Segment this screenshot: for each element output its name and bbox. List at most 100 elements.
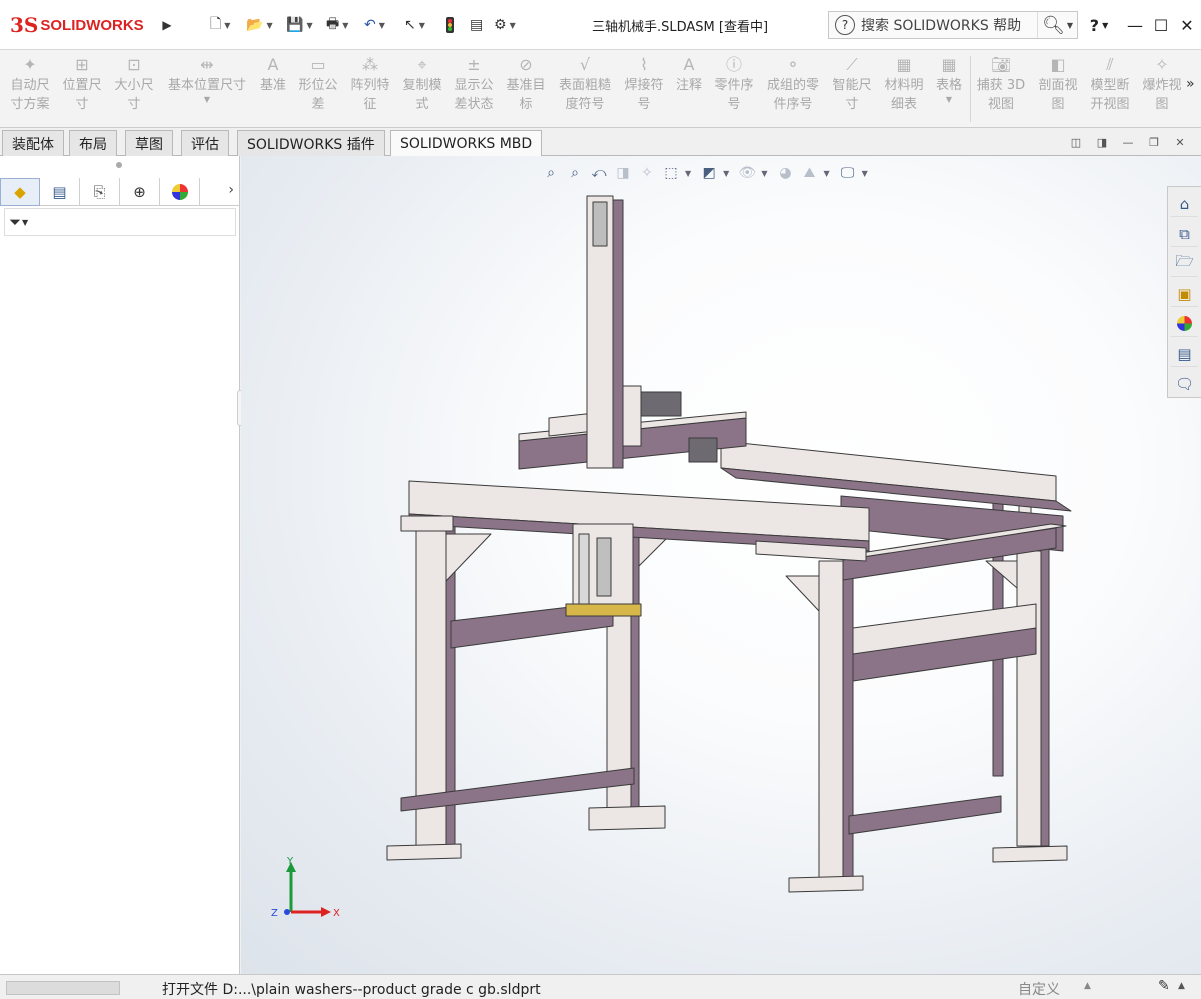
ribbon-label: 阵列特 征 bbox=[350, 78, 390, 112]
logo-ds-mark: 3S bbox=[10, 13, 39, 37]
chevron-up-icon[interactable]: ▲ bbox=[1084, 981, 1091, 991]
ribbon-size-dimension[interactable]: ⊡ 大小尺 寸 bbox=[110, 54, 158, 124]
assembly-cube-icon: ◆ bbox=[14, 183, 26, 201]
task-pane: ⌂ ⧉ 🗁 ▣ ▤ 🗨 bbox=[1167, 186, 1201, 398]
ribbon-section-view[interactable]: ◧ 剖面视 图 bbox=[1034, 54, 1082, 124]
ribbon-geometric-tolerance[interactable]: ▭ 形位公 差 bbox=[294, 54, 342, 124]
command-manager: ✦ 自动尺 寸方案 ⊞ 位置尺 寸 ⊡ 大小尺 寸 ⇹ 基本位置尺寸 ▼ A 基准 ▭ 形位公… bbox=[0, 50, 1201, 128]
right-bottom-crossbar bbox=[848, 795, 1002, 835]
ribbon-location-dimension[interactable]: ⊞ 位置尺 寸 bbox=[58, 54, 106, 124]
print-button[interactable]: 🖶 ▼ bbox=[326, 12, 348, 38]
configuration-icon: ⎘ bbox=[93, 183, 106, 201]
doc-close-icon[interactable]: ✕ bbox=[1172, 134, 1188, 150]
ribbon-exploded-view[interactable]: ✧ 爆炸视 图 bbox=[1138, 54, 1186, 124]
configuration-manager-tab[interactable]: ⎘ bbox=[80, 178, 120, 206]
menu-expand-arrow-icon[interactable]: ▶ bbox=[160, 13, 174, 37]
tab-solidworks-addins[interactable]: SOLIDWORKS 插件 bbox=[237, 130, 385, 156]
tab-evaluate[interactable]: 评估 bbox=[181, 130, 229, 156]
geometric-tolerance-icon: ▭ bbox=[310, 54, 326, 74]
select-button[interactable]: ↖ ▼ bbox=[404, 12, 425, 38]
show-tolerance-status-icon: ± bbox=[467, 54, 481, 74]
save-button[interactable]: 💾 ▼ bbox=[286, 12, 313, 38]
tab-sketch[interactable]: 草图 bbox=[125, 130, 173, 156]
ribbon-balloon[interactable]: ⓘ 零件序 号 bbox=[710, 54, 758, 124]
help-menu-button[interactable]: ? ▼ bbox=[1088, 12, 1110, 38]
ribbon-label: 剖面视 图 bbox=[1038, 78, 1078, 112]
document-title: 三轴机械手.SLDASM [查看中] bbox=[591, 20, 769, 35]
custom-units-selector[interactable]: 自定义 bbox=[1018, 979, 1060, 999]
ribbon-auto-dimension[interactable]: ✦ 自动尺 寸方案 bbox=[6, 54, 54, 124]
appearances-button[interactable] bbox=[1171, 311, 1198, 337]
view-palette-button[interactable]: ▣ bbox=[1171, 281, 1198, 307]
display-manager-tab[interactable] bbox=[160, 178, 200, 206]
ribbon-table[interactable]: ▦ 表格 ▼ bbox=[932, 54, 966, 124]
dimxpert-manager-tab[interactable]: ⊕ bbox=[120, 178, 160, 206]
ribbon-separator bbox=[970, 56, 971, 122]
chevron-right-icon[interactable]: › bbox=[228, 182, 234, 198]
ribbon-label: 基准目 标 bbox=[506, 78, 546, 112]
gantry-robot-model[interactable] bbox=[241, 156, 1201, 974]
tab-layout[interactable]: 布局 bbox=[69, 130, 117, 156]
new-document-button[interactable]: 🗋 ▼ bbox=[210, 12, 230, 38]
ribbon-label: 注释 bbox=[675, 78, 702, 93]
tab-assembly[interactable]: 装配体 bbox=[2, 130, 64, 156]
pattern-feature-icon: ⁂ bbox=[362, 54, 378, 74]
ribbon-label: 成组的零 件序号 bbox=[766, 78, 819, 112]
close-button[interactable]: ✕ bbox=[1176, 12, 1198, 38]
solidworks-resources-button[interactable]: ⌂ bbox=[1171, 191, 1198, 217]
ribbon-datum[interactable]: A 基准 bbox=[256, 54, 290, 124]
open-folder-icon: 📂 bbox=[246, 17, 264, 33]
ribbon-smart-dimension[interactable]: ⟋ 智能尺 寸 bbox=[828, 54, 876, 124]
front-right-foot bbox=[788, 875, 864, 893]
open-button[interactable]: 📂 ▼ bbox=[246, 12, 273, 38]
ribbon-weld-symbol[interactable]: ⌇ 焊接符 号 bbox=[620, 54, 668, 124]
chevron-down-icon: ▼ bbox=[418, 20, 425, 30]
solidworks-logo[interactable]: 3S SOLIDWORKS bbox=[10, 8, 158, 42]
ribbon-bom[interactable]: ▦ 材料明 细表 bbox=[880, 54, 928, 124]
search-help-box[interactable]: ? 搜索 SOLIDWORKS 帮助 🔍︎ ▼ bbox=[828, 11, 1078, 39]
feature-manager-tab[interactable]: ◆ bbox=[0, 178, 40, 206]
ribbon-copy-scheme[interactable]: ⌖ 复制模 式 bbox=[398, 54, 446, 124]
property-list-icon: ▤ bbox=[52, 183, 67, 201]
file-explorer-button[interactable]: 🗁 bbox=[1171, 251, 1198, 277]
progress-bar bbox=[6, 981, 120, 995]
ribbon-more-button[interactable]: » bbox=[1186, 76, 1195, 92]
tree-filter[interactable]: ⏷ ▼ bbox=[4, 208, 236, 236]
ribbon-stacked-balloon[interactable]: ⚬ 成组的零 件序号 bbox=[762, 54, 824, 124]
ribbon-pattern-feature[interactable]: ⁂ 阵列特 征 bbox=[346, 54, 394, 124]
ribbon-basic-location-dimension[interactable]: ⇹ 基本位置尺寸 ▼ bbox=[164, 54, 250, 124]
tab-solidworks-mbd[interactable]: SOLIDWORKS MBD bbox=[390, 130, 543, 157]
balloon-icon: ⓘ bbox=[725, 54, 742, 74]
property-manager-tab[interactable]: ▤ bbox=[40, 178, 80, 206]
custom-properties-button[interactable]: ▤ bbox=[1171, 341, 1198, 367]
ribbon-datum-target[interactable]: ⊘ 基准目 标 bbox=[502, 54, 550, 124]
maximize-button[interactable]: ☐ bbox=[1150, 12, 1172, 38]
options-button[interactable]: ⚙ ▼ bbox=[494, 12, 516, 38]
rebuild-button[interactable] bbox=[446, 12, 454, 38]
forum-icon: 🗨 bbox=[1174, 375, 1195, 393]
panel-grip[interactable] bbox=[116, 162, 122, 168]
ribbon-label: 表格 bbox=[935, 78, 962, 93]
graphics-area[interactable]: ⌕ ⌕ ⤺ ◨ ✧ ⬚ ▼ ◩ ▼ 👁︎ ▼ ◕ ⛰ ▼ 🖵 ▼ Y X Z bbox=[241, 156, 1201, 974]
undo-button[interactable]: ↶ ▼ bbox=[364, 12, 385, 38]
ribbon-show-tolerance-status[interactable]: ± 显示公 差状态 bbox=[450, 54, 498, 124]
dock-left-icon[interactable]: ◫ bbox=[1068, 134, 1084, 150]
design-library-button[interactable]: ⧉ bbox=[1171, 221, 1198, 247]
search-input[interactable]: 搜索 SOLIDWORKS 帮助 bbox=[861, 15, 1037, 35]
ribbon-note[interactable]: A 注释 bbox=[672, 54, 706, 124]
search-icon[interactable]: 🔍︎ ▼ bbox=[1037, 12, 1077, 38]
ribbon-surface-finish[interactable]: √ 表面粗糙 度符号 bbox=[554, 54, 616, 124]
file-properties-button[interactable]: ▤ bbox=[470, 12, 483, 38]
back-left-foot bbox=[588, 805, 666, 831]
ribbon-model-break-view[interactable]: ⫽ 模型断 开视图 bbox=[1086, 54, 1134, 124]
ribbon-label: 智能尺 寸 bbox=[832, 78, 872, 112]
dock-right-icon[interactable]: ◨ bbox=[1094, 134, 1110, 150]
forum-button[interactable]: 🗨 bbox=[1171, 371, 1198, 397]
ribbon-capture-3d-view[interactable]: 📷︎ 捕获 3D 视图 bbox=[974, 54, 1028, 124]
doc-restore-icon[interactable]: ❐ bbox=[1146, 134, 1162, 150]
minimize-button[interactable]: — bbox=[1124, 12, 1146, 38]
quick-tips-icon[interactable]: ✎ bbox=[1158, 978, 1170, 994]
y-axis-motor bbox=[688, 437, 718, 463]
chevron-up-icon[interactable]: ▲ bbox=[1178, 981, 1185, 991]
doc-minimize-icon[interactable]: — bbox=[1120, 134, 1136, 150]
